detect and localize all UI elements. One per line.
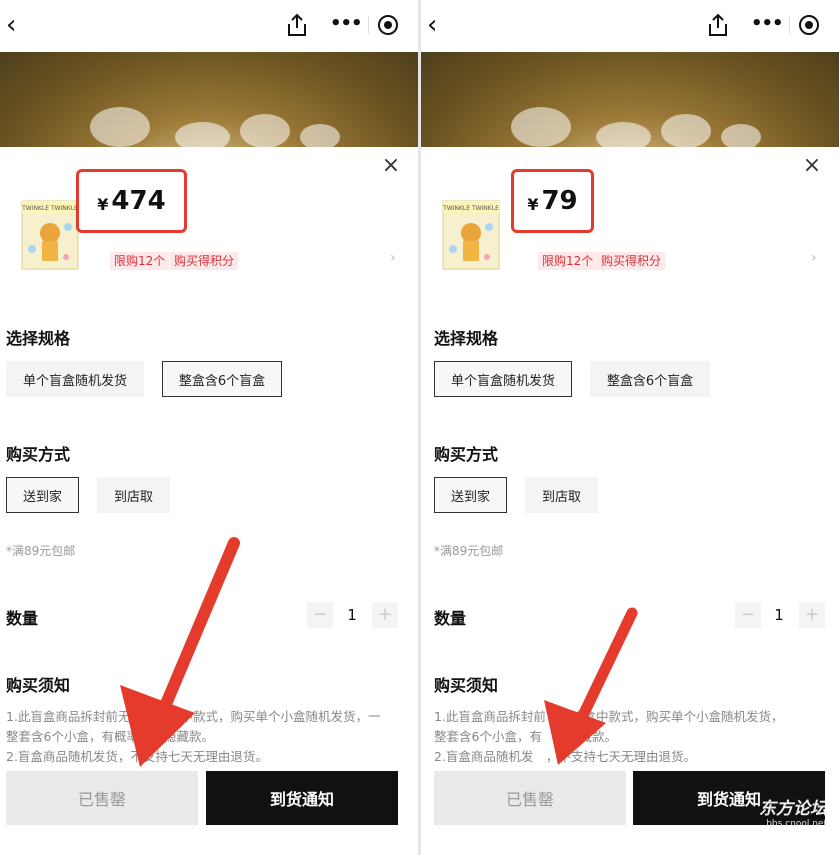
notice-line-2a: 整套含6个小盒，有 [434,729,542,744]
close-icon[interactable]: × [801,155,823,177]
notice-text: 1.此盲盒商品拆封前无人 盒中款式，购买单个小盒随机发货，一 整套含6个小盒，有… [6,707,406,767]
notice-line-2b: 隐藏款。 [566,729,617,744]
sold-out-button: 已售罄 [434,771,626,825]
thumb-brand-text: TWINKLE TWINKLE [442,205,499,212]
thumb-brand-text: TWINKLE TWINKLE [21,205,78,212]
quantity-value: 1 [347,606,357,624]
product-banner-image [421,52,839,152]
purchase-option-delivery[interactable]: 送到家 [6,477,79,513]
spec-selection-sheet: × TWINKLE TWINKLE ¥ 474 限购12个 购买得积分 › 选择… [0,147,418,855]
price-value: 79 [541,186,578,216]
left-screenshot-panel: ‹ ••• × TWINKLE TWINKLE ¥ 474 限购12个 购买得积… [0,0,418,855]
back-chevron-icon[interactable]: ‹ [427,10,451,40]
notice-line-1b: 盒中款式，购买单个小盒随机发货，一 [167,709,381,724]
watermark-sub-text: bbs.cnool.net [766,819,827,829]
notice-title: 购买须知 [434,676,499,695]
notice-title: 购买须知 [6,676,71,695]
spec-title: 选择规格 [6,329,71,348]
spec-title: 选择规格 [434,329,499,348]
top-nav-bar: ‹ ••• [0,0,418,52]
sold-out-button: 已售罄 [6,771,198,825]
price-currency: ¥ [527,194,539,214]
share-icon[interactable] [284,12,310,38]
purchase-limit-tag: 限购12个 [110,252,170,270]
points-tag: 购买得积分 [597,252,666,270]
points-tag: 购买得积分 [170,252,239,270]
price-value: 474 [111,186,166,216]
restock-notify-button[interactable]: 到货通知 [206,771,398,825]
spec-option-single[interactable]: 单个盲盒随机发货 [6,361,144,397]
notice-line-2a: 整套含6个小盒，有概率 [6,729,139,744]
quantity-minus-button[interactable]: − [307,602,333,628]
watermark-main-text: 东方论坛 [759,799,827,819]
purchase-limit-tag: 限购12个 [538,252,598,270]
mini-program-capsule: ••• [743,6,835,44]
back-chevron-icon[interactable]: ‹ [6,10,30,40]
forum-watermark: 东方论坛 bbs.cnool.net [759,794,827,829]
mini-program-capsule: ••• [322,6,414,44]
chevron-right-icon[interactable]: › [811,250,817,266]
notice-line-1a: 1.此盲盒商品拆封前 [434,709,546,724]
quantity-minus-button[interactable]: − [735,602,761,628]
purchase-option-delivery[interactable]: 送到家 [434,477,507,513]
notice-line-3: 2.盲盒商品随机发货，不支持七天无理由退货。 [6,749,268,764]
price-highlight-box: ¥ 79 [511,169,594,233]
price-currency: ¥ [97,194,109,214]
spec-selection-sheet: × TWINKLE TWINKLE ¥ 79 限购12个 购买得积分 › 选择规… [421,147,839,855]
quantity-plus-button[interactable]: + [372,602,398,628]
more-dots-icon[interactable]: ••• [330,14,363,36]
notice-line-2b: 隐藏款。 [163,729,214,744]
purchase-option-pickup[interactable]: 到店取 [97,477,170,513]
notice-line-3b: ，不支持七天无理由退货。 [545,749,696,764]
more-dots-icon[interactable]: ••• [751,14,784,36]
close-miniprogram-icon[interactable] [378,15,398,35]
close-icon[interactable]: × [380,155,402,177]
price-highlight-box: ¥ 474 [76,169,187,233]
close-miniprogram-icon[interactable] [799,15,819,35]
top-nav-bar: ‹ ••• [421,0,839,52]
product-thumbnail: TWINKLE TWINKLE [442,200,500,270]
spec-option-box[interactable]: 整盒含6个盲盒 [590,361,710,397]
right-screenshot-panel: ‹ ••• × TWINKLE TWINKLE ¥ 79 限购12个 购买得积分… [421,0,839,855]
quantity-label: 数量 [6,609,39,628]
spec-option-box[interactable]: 整盒含6个盲盒 [162,361,282,397]
product-thumbnail: TWINKLE TWINKLE [21,200,79,270]
shipping-note: *满89元包邮 [434,544,504,558]
capsule-divider [368,16,369,34]
notice-line-1b: 晓盒中款式，购买单个小盒随机发货， [570,709,784,724]
notice-text: 1.此盲盒商品拆封前 晓盒中款式，购买单个小盒随机发货， 整套含6个小盒，有 隐… [434,707,834,767]
chevron-right-icon[interactable]: › [390,250,396,266]
product-banner-image [0,52,418,152]
quantity-value: 1 [774,606,784,624]
spec-option-single[interactable]: 单个盲盒随机发货 [434,361,572,397]
quantity-label: 数量 [434,609,467,628]
share-icon[interactable] [705,12,731,38]
notice-line-1a: 1.此盲盒商品拆封前无人 [6,709,143,724]
purchase-method-title: 购买方式 [434,445,499,464]
capsule-divider [789,16,790,34]
shipping-note: *满89元包邮 [6,544,76,558]
notice-line-3a: 2.盲盒商品随机发 [434,749,534,764]
purchase-method-title: 购买方式 [6,445,71,464]
quantity-plus-button[interactable]: + [799,602,825,628]
purchase-option-pickup[interactable]: 到店取 [525,477,598,513]
